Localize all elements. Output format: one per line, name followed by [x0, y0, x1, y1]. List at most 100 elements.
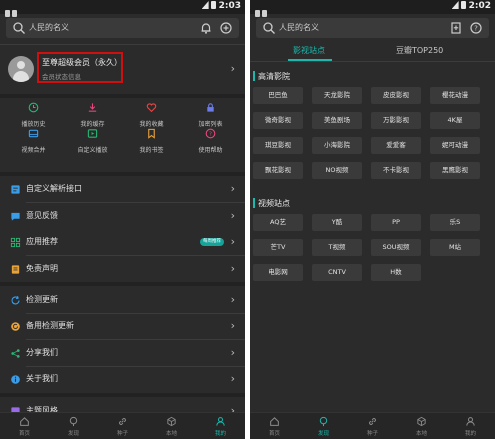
compass-icon: [69, 416, 78, 427]
site-chip[interactable]: T视频: [312, 239, 362, 256]
site-chip[interactable]: 芒TV: [253, 239, 303, 256]
home-icon: [270, 417, 279, 426]
video-icon: [28, 129, 39, 138]
site-chip[interactable]: 电影网: [253, 264, 303, 281]
site-chip[interactable]: H数: [371, 264, 421, 281]
notification-icons: [255, 2, 273, 17]
quick-action-label: 使用帮助: [198, 147, 223, 154]
menu-item-feedback[interactable]: 意见反馈 ›: [4, 204, 241, 228]
section-header: 高清影院: [250, 69, 495, 83]
tab-douban-top250[interactable]: 豆瓣TOP250: [396, 45, 443, 56]
status-time: 2:02: [468, 1, 491, 11]
section-header: 视频站点: [250, 196, 495, 210]
site-chip[interactable]: 乐S: [430, 214, 480, 231]
nav-cube[interactable]: 本地: [397, 416, 446, 439]
site-chip[interactable]: 黑鹰影视: [430, 162, 480, 179]
site-chip[interactable]: 天龙影院: [312, 87, 362, 104]
avatar[interactable]: [8, 56, 34, 82]
heart-icon: [146, 103, 157, 113]
add-circle-icon[interactable]: [219, 21, 233, 35]
nav-compass[interactable]: 发现: [49, 416, 98, 439]
menu-item-label: 意见反馈: [26, 211, 58, 220]
site-chip[interactable]: 妮可动漫: [430, 137, 480, 154]
site-chip[interactable]: 4K屋: [430, 112, 480, 129]
quick-action-help[interactable]: ? 使用帮助: [181, 128, 240, 158]
site-chip[interactable]: 皮皮影视: [371, 87, 421, 104]
right-screen: 2:02 人民的名义 ? 影视站点 豆瓣TOP250 高清影院巴巴鱼 天龙影院 皮皮…: [250, 0, 495, 439]
tab-sites[interactable]: 影视站点: [293, 45, 325, 56]
signal-icon: [201, 1, 209, 9]
search-icon: [263, 22, 275, 34]
site-chip[interactable]: M站: [430, 239, 480, 256]
feedback-icon: [11, 212, 20, 221]
nav-cube[interactable]: 本地: [147, 416, 196, 439]
nav-label: 发现: [67, 431, 79, 437]
site-chip[interactable]: 琪豆影视: [253, 137, 303, 154]
menu-item-info[interactable]: 关于我们 ›: [4, 367, 241, 391]
menu-item-refresh-alt[interactable]: 备用检测更新 ›: [4, 314, 241, 338]
site-chip[interactable]: 微奇影视: [253, 112, 303, 129]
site-chip[interactable]: 爱爱客: [371, 137, 421, 154]
compass-icon: [319, 416, 328, 427]
site-chip[interactable]: SOU视频: [371, 239, 421, 256]
section-gap: [0, 172, 245, 176]
site-chip[interactable]: 小海影院: [312, 137, 362, 154]
nav-label: 种子: [116, 431, 128, 437]
menu-item-api[interactable]: 自定义解析接口 ›: [4, 177, 241, 201]
site-chip[interactable]: 不卡影视: [371, 162, 421, 179]
download-icon: [88, 103, 97, 112]
nav-link[interactable]: 种子: [98, 416, 147, 439]
person-icon: [466, 417, 475, 426]
site-chip[interactable]: 巴巴鱼: [253, 87, 303, 104]
menu-item-label: 关于我们: [26, 374, 58, 383]
help-icon[interactable]: ?: [469, 21, 483, 35]
site-chip[interactable]: NO视频: [312, 162, 362, 179]
menu-item-label: 分享我们: [26, 348, 58, 357]
site-chip[interactable]: Y酷: [312, 214, 362, 231]
menu-item-doc[interactable]: 免责声明 ›: [4, 257, 241, 281]
quick-action-play-box[interactable]: 自定义播放: [63, 128, 122, 158]
search-bar[interactable]: 人民的名义: [6, 18, 239, 38]
home-icon: [20, 417, 29, 426]
nav-home[interactable]: 首页: [250, 416, 299, 439]
site-chip[interactable]: 樱花动漫: [430, 87, 480, 104]
status-bar: 2:02: [250, 0, 495, 17]
quick-action-bookmark[interactable]: 我的书签: [122, 128, 181, 158]
site-chip[interactable]: PP: [371, 214, 421, 231]
bell-icon[interactable]: [199, 21, 213, 35]
quick-action-video[interactable]: 视频合并: [4, 128, 63, 158]
site-chip[interactable]: 美鱼剧场: [312, 112, 362, 129]
nav-label: 发现: [317, 431, 329, 437]
quick-action-label: 我的收藏: [139, 121, 164, 128]
search-bar[interactable]: 人民的名义 ?: [256, 18, 489, 38]
site-chip[interactable]: AQ艺: [253, 214, 303, 231]
nav-label: 我的: [464, 431, 476, 437]
profile-card[interactable]: 至尊超级会员（永久） 会员状态信息 ›: [4, 47, 241, 91]
nav-home[interactable]: 首页: [0, 416, 49, 439]
tab-bar: 影视站点 豆瓣TOP250: [250, 43, 495, 61]
divider: [26, 339, 245, 340]
site-chip[interactable]: 飘花影视: [253, 162, 303, 179]
bottom-nav: 首页 发现 种子 本地 我的: [0, 412, 245, 439]
quick-action-label: 我的缓存: [80, 121, 105, 128]
site-chip[interactable]: 万影影视: [371, 112, 421, 129]
nav-compass[interactable]: 发现: [299, 416, 348, 439]
refresh-alt-icon: [11, 322, 20, 331]
signal-icon: [451, 1, 459, 9]
nav-person[interactable]: 我的: [196, 416, 245, 439]
chevron-right-icon: ›: [230, 319, 235, 332]
chevron-right-icon: ›: [230, 372, 235, 385]
menu-item-refresh[interactable]: 检测更新 ›: [4, 288, 241, 312]
nav-link[interactable]: 种子: [348, 416, 397, 439]
menu-item-share[interactable]: 分享我们 ›: [4, 341, 241, 365]
section-accent-bar: [253, 71, 255, 81]
site-chip[interactable]: CNTV: [312, 264, 362, 281]
bookmark-add-icon[interactable]: [449, 21, 463, 35]
menu-item-apps[interactable]: 应用推荐 每周推荐 ›: [4, 230, 241, 254]
share-icon: [11, 349, 20, 358]
cube-icon: [167, 416, 176, 427]
api-icon: [11, 185, 20, 194]
nav-person[interactable]: 我的: [446, 416, 495, 439]
section-title: 高清影院: [258, 72, 290, 81]
divider: [0, 44, 245, 45]
